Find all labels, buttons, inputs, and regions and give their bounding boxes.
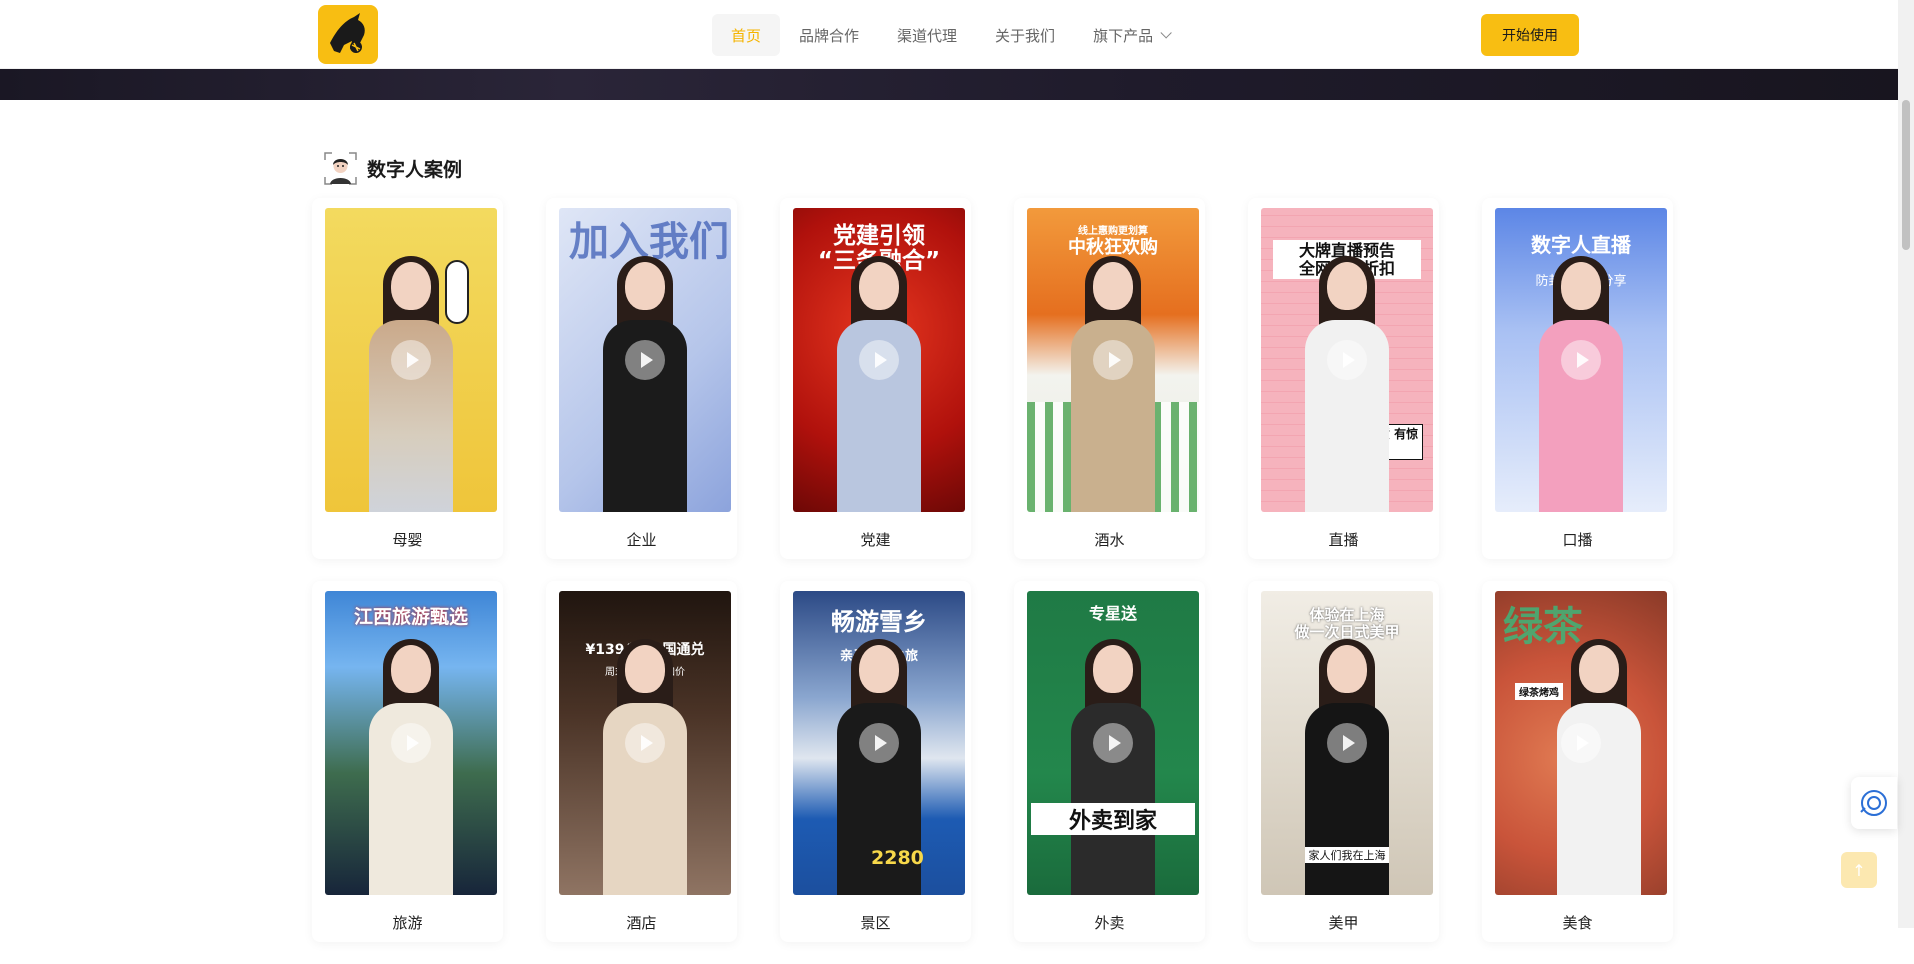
case-label: 母婴 <box>392 531 423 549</box>
case-video-thumb[interactable] <box>325 208 497 512</box>
digital-human-avatar-icon <box>323 151 358 186</box>
arrow-up-icon: ↑ <box>1852 860 1866 880</box>
case-label: 口播 <box>1562 531 1593 549</box>
presenter-figure <box>603 256 687 512</box>
case-label: 直播 <box>1328 531 1359 549</box>
presenter-figure <box>1305 256 1389 512</box>
hero-banner-bottom <box>0 69 1898 100</box>
case-video-thumb[interactable]: 数字人直播 防封小妙招分享 <box>1495 208 1667 512</box>
nav-home-label: 首页 <box>731 26 762 45</box>
presenter-figure <box>1071 639 1155 895</box>
play-icon[interactable] <box>1327 340 1367 380</box>
nav-products-dropdown[interactable]: 旗下产品 <box>1074 14 1187 56</box>
case-row: 母婴 加入我们 企业 党建引领 “三务融合” 党建 线上惠购更划算 中秋狂欢购 <box>312 198 1673 559</box>
customer-service-icon <box>1860 790 1887 816</box>
play-icon[interactable] <box>625 723 665 763</box>
case-video-thumb[interactable]: 大牌直播预告 全网最低折扣 线上带货 有惊喜 <box>1261 208 1433 512</box>
play-icon[interactable] <box>625 340 665 380</box>
case-label: 企业 <box>626 531 657 549</box>
chevron-down-icon <box>1160 27 1172 39</box>
case-card-livestream[interactable]: 大牌直播预告 全网最低折扣 线上带货 有惊喜 直播 <box>1248 198 1439 559</box>
play-icon[interactable] <box>1327 723 1367 763</box>
presenter-figure <box>369 256 453 512</box>
overlay-title: 专星送 <box>1088 604 1137 623</box>
case-video-thumb[interactable]: 加入我们 <box>559 208 731 512</box>
case-video-thumb[interactable]: 绿茶 绿茶烤鸡 <box>1495 591 1667 895</box>
brand-logo[interactable] <box>318 5 378 64</box>
case-card-voiceover[interactable]: 数字人直播 防封小妙招分享 口播 <box>1482 198 1673 559</box>
case-card-nail[interactable]: 体验在上海 做一次日式美甲 家人们我在上海 美甲 <box>1248 581 1439 942</box>
case-card-hotel[interactable]: ¥139/晚 全国通兑 周末节假日不加价 酒店 <box>546 581 737 942</box>
overlay-title: 加入我们 <box>569 219 729 265</box>
play-icon[interactable] <box>1093 723 1133 763</box>
case-card-travel[interactable]: 江西旅游甄选 上饶 推荐 旅游 <box>312 581 503 942</box>
section-title: 数字人案例 <box>367 159 463 181</box>
case-video-thumb[interactable]: 线上惠购更划算 中秋狂欢购 <box>1027 208 1199 512</box>
presenter-figure <box>1539 256 1623 512</box>
case-label: 外卖 <box>1094 914 1125 932</box>
case-video-thumb[interactable]: 专星送 外卖到家 <box>1027 591 1199 895</box>
nav-brand-cooperation-label: 品牌合作 <box>799 26 860 45</box>
nav-about-us-label: 关于我们 <box>995 26 1056 45</box>
nav-channel-agent[interactable]: 渠道代理 <box>878 14 976 56</box>
case-video-thumb[interactable]: 江西旅游甄选 上饶 推荐 <box>325 591 497 895</box>
case-label: 酒水 <box>1094 531 1125 549</box>
overlay-title: 中秋狂欢购 <box>1068 237 1158 258</box>
overlay-title: 江西旅游甄选 <box>353 606 468 628</box>
case-label: 美甲 <box>1328 914 1359 932</box>
presenter-figure <box>603 639 687 895</box>
overlay-sub: 线上惠购更划算 <box>1078 226 1148 237</box>
case-card-beverage[interactable]: 线上惠购更划算 中秋狂欢购 酒水 <box>1014 198 1205 559</box>
horse-logo-icon <box>330 13 365 53</box>
case-grid: 母婴 加入我们 企业 党建引领 “三务融合” 党建 线上惠购更划算 中秋狂欢购 <box>312 198 1673 964</box>
case-card-maternal[interactable]: 母婴 <box>312 198 503 559</box>
nav-channel-agent-label: 渠道代理 <box>897 26 958 45</box>
play-icon[interactable] <box>391 340 431 380</box>
case-row: 江西旅游甄选 上饶 推荐 旅游 ¥139/晚 全国通兑 周末节假日不加价 酒店 … <box>312 581 1673 942</box>
back-to-top-button[interactable]: ↑ <box>1841 852 1877 888</box>
case-video-thumb[interactable]: 畅游雪乡 亲子冰雪之旅 2280 <box>793 591 965 895</box>
play-icon[interactable] <box>391 723 431 763</box>
case-video-thumb[interactable]: 党建引领 “三务融合” <box>793 208 965 512</box>
case-video-thumb[interactable]: ¥139/晚 全国通兑 周末节假日不加价 <box>559 591 731 895</box>
top-header: 首页 品牌合作 渠道代理 关于我们 旗下产品 开始使用 <box>0 0 1898 69</box>
play-icon[interactable] <box>859 340 899 380</box>
case-video-thumb[interactable]: 体验在上海 做一次日式美甲 家人们我在上海 <box>1261 591 1433 895</box>
case-label: 党建 <box>860 531 891 549</box>
nav-home[interactable]: 首页 <box>712 14 781 56</box>
case-label: 旅游 <box>392 914 423 932</box>
case-label: 酒店 <box>626 914 657 932</box>
scrollbar-thumb[interactable] <box>1902 100 1910 250</box>
case-card-party-building[interactable]: 党建引领 “三务融合” 党建 <box>780 198 971 559</box>
overlay-title: 数字人直播 <box>1531 233 1631 257</box>
nav-about-us[interactable]: 关于我们 <box>976 14 1074 56</box>
play-icon[interactable] <box>1093 340 1133 380</box>
presenter-figure <box>1071 256 1155 512</box>
presenter-figure <box>1557 639 1641 895</box>
section-header: 数字人案例 <box>323 151 462 186</box>
presenter-figure <box>369 639 453 895</box>
nav-brand-cooperation[interactable]: 品牌合作 <box>780 14 878 56</box>
price-tag: 2280 <box>871 847 924 869</box>
case-card-enterprise[interactable]: 加入我们 企业 <box>546 198 737 559</box>
start-button[interactable]: 开始使用 <box>1481 14 1579 56</box>
case-card-delivery[interactable]: 专星送 外卖到家 外卖 <box>1014 581 1205 942</box>
case-label: 景区 <box>860 914 891 932</box>
overlay-title: 畅游雪乡 <box>831 608 927 636</box>
overlay-sub: 外卖到家 <box>1031 803 1195 835</box>
case-card-food[interactable]: 绿茶 绿茶烤鸡 美食 <box>1482 581 1673 942</box>
play-icon[interactable] <box>1561 723 1601 763</box>
play-icon[interactable] <box>859 723 899 763</box>
customer-service-button[interactable] <box>1851 777 1897 829</box>
overlay-sub: 绿茶烤鸡 <box>1515 683 1563 700</box>
nav-products-label: 旗下产品 <box>1093 26 1154 45</box>
main-nav: 首页 品牌合作 渠道代理 关于我们 旗下产品 <box>712 14 1187 56</box>
page-scrollbar[interactable] <box>1898 0 1914 928</box>
overlay-sub: 家人们我在上海 <box>1305 847 1389 863</box>
case-card-scenic[interactable]: 畅游雪乡 亲子冰雪之旅 2280 景区 <box>780 581 971 942</box>
overlay-title: 体验在上海 做一次日式美甲 <box>1294 606 1400 641</box>
presenter-figure <box>837 256 921 512</box>
play-icon[interactable] <box>1561 340 1601 380</box>
case-label: 美食 <box>1562 914 1593 932</box>
